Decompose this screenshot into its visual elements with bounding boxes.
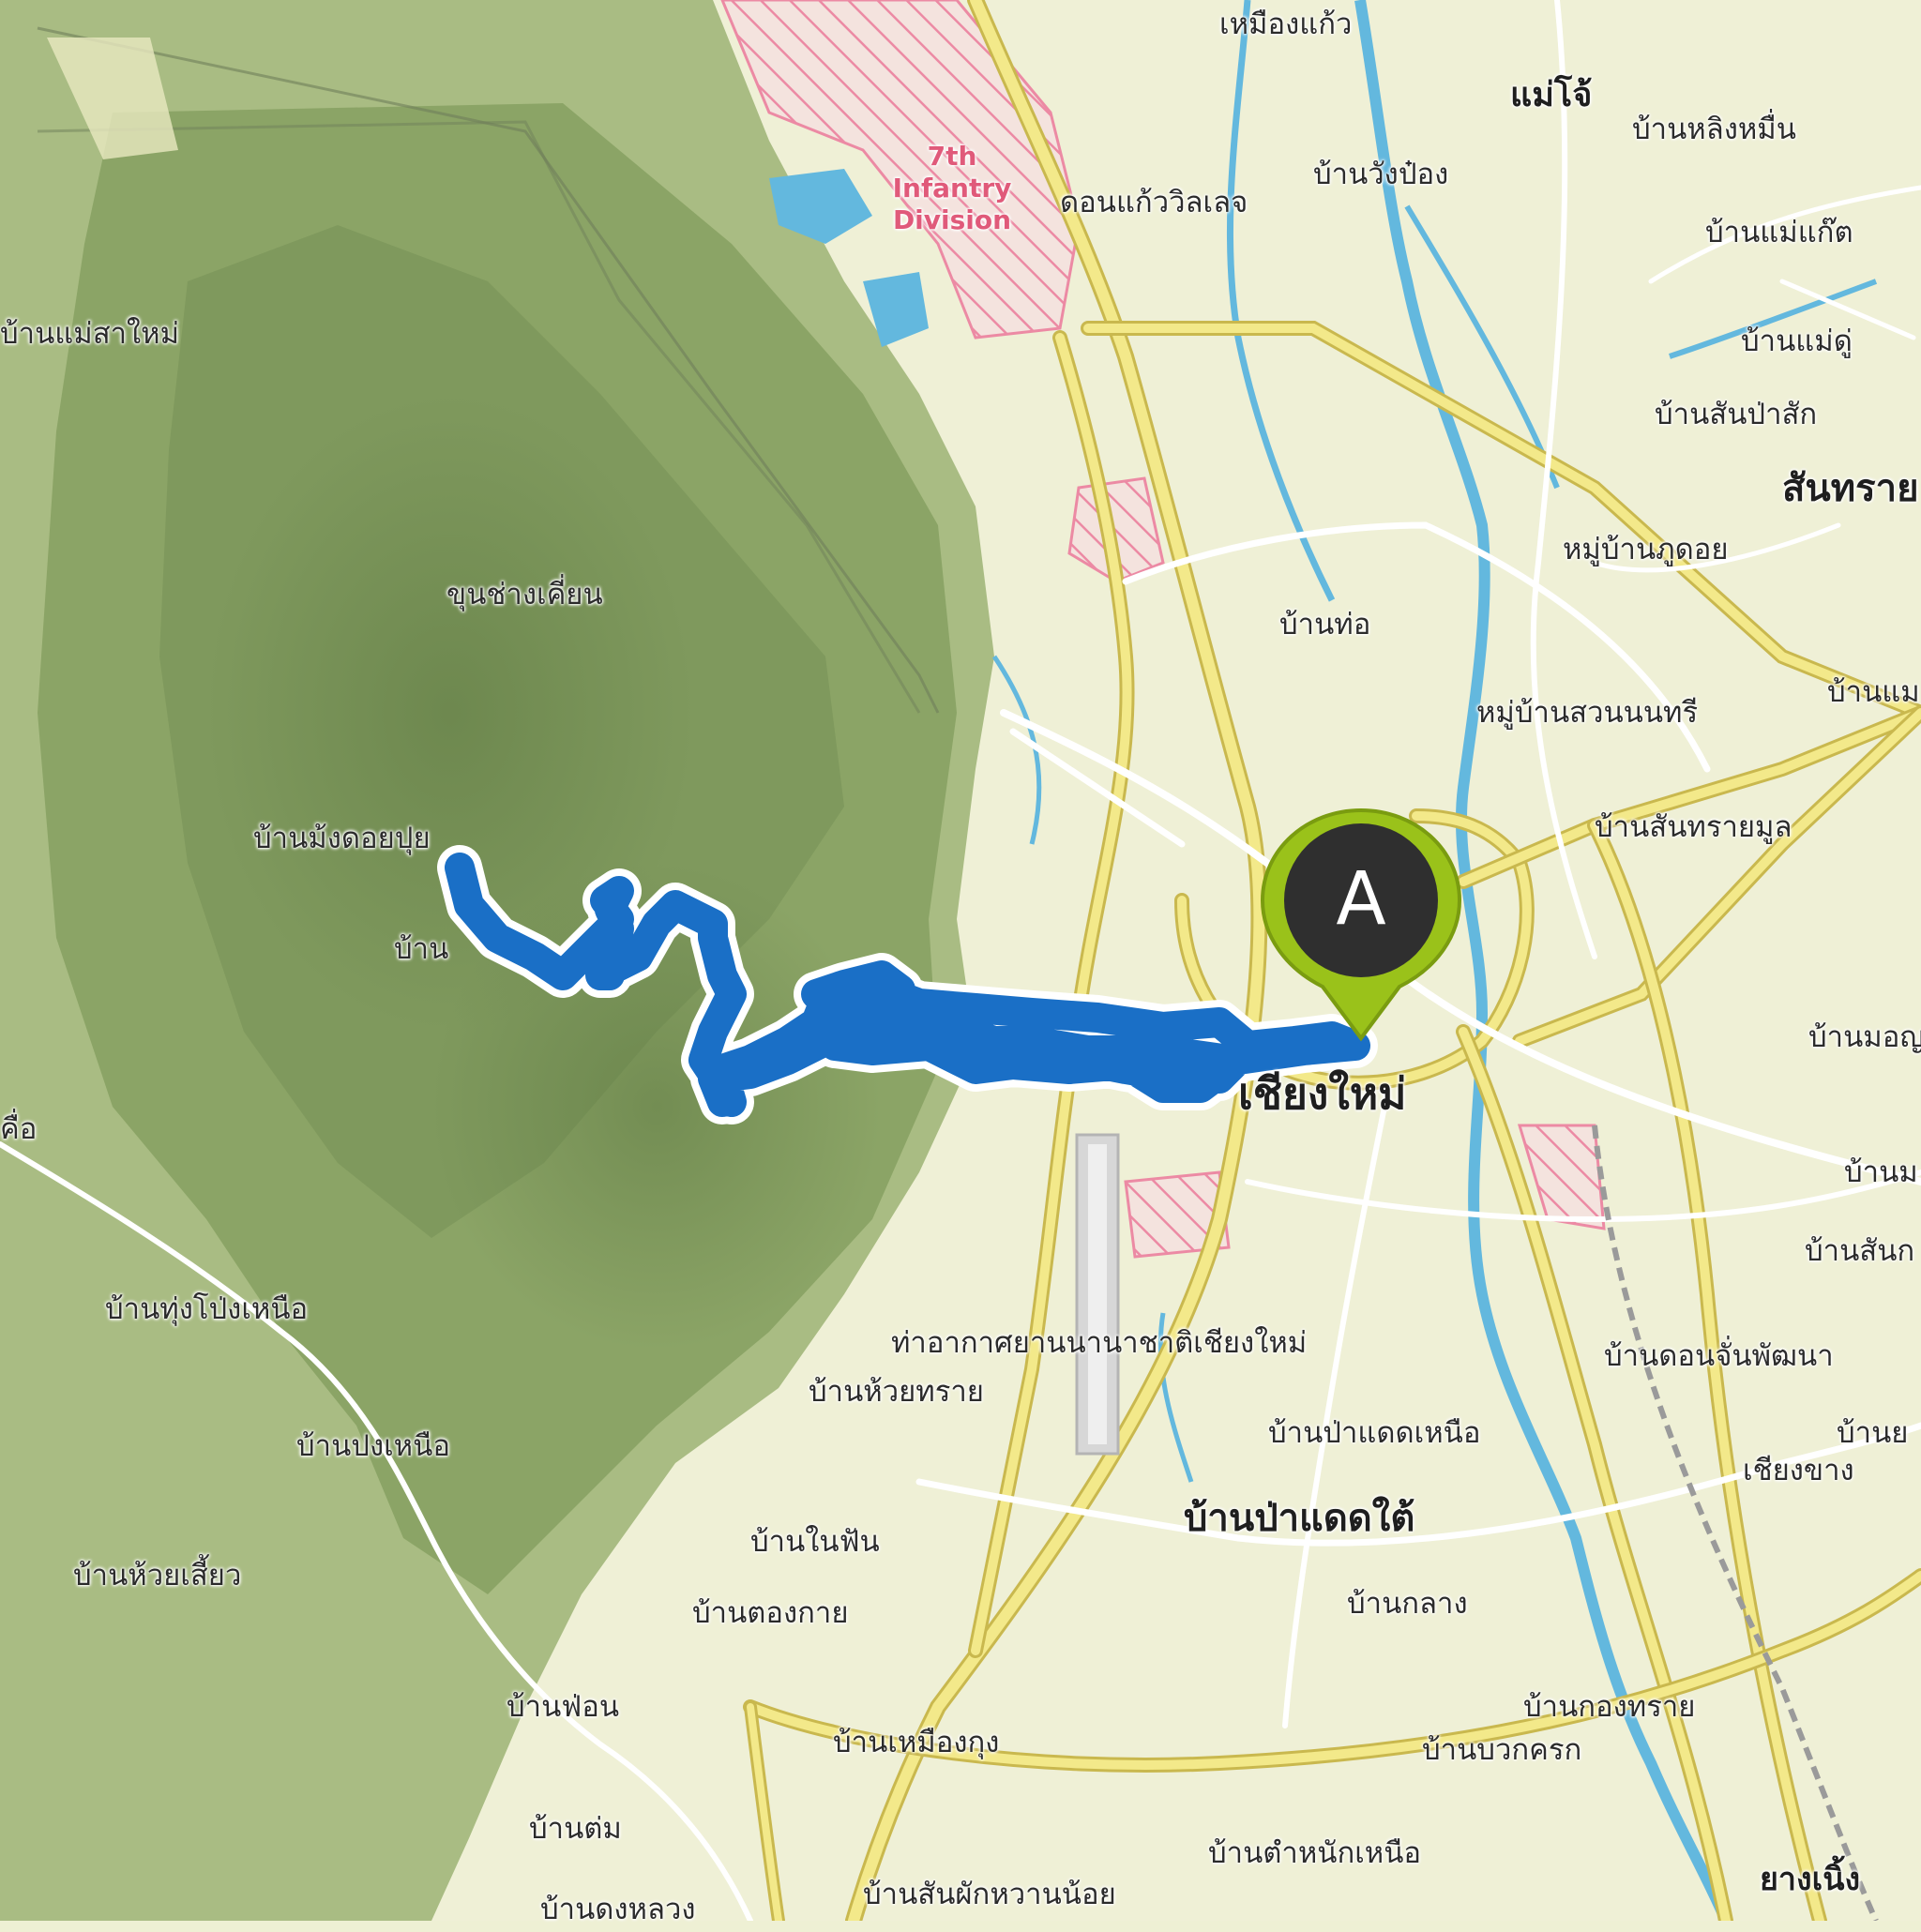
place-label: ดอนแก้ววิลเลจ — [1060, 186, 1248, 219]
start-marker[interactable]: A — [1257, 808, 1465, 1043]
place-label: บ้านแม — [1827, 675, 1920, 709]
place-label: บ้านแม่ดู่ — [1741, 325, 1853, 358]
place-label: เหมืองแก้ว — [1219, 8, 1353, 41]
place-label: บ้านสันทรายมูล — [1595, 810, 1792, 844]
place-label: ขุนช่างเคี่ยน — [446, 578, 603, 611]
place-label: หมู่บ้านสวนนนทรี — [1476, 696, 1699, 730]
place-label: บ้านบวกครก — [1422, 1733, 1582, 1767]
place-label: บ้านท่อ — [1279, 608, 1371, 641]
place-label: บ้านสันผักหวานน้อย — [863, 1878, 1116, 1911]
place-label: บ้านในฟัน — [750, 1525, 880, 1559]
city-label: เชียงใหม่ — [1238, 1068, 1407, 1119]
place-label: บ้านป่าแดดใต้ — [1184, 1497, 1415, 1540]
place-label: บ้านเหมืองกุง — [833, 1726, 1000, 1759]
place-label: บ้านปงเหนือ — [296, 1429, 450, 1463]
place-label: เชียงขาง — [1743, 1454, 1854, 1487]
place-label: บ้านห้วยเสี้ยว — [73, 1559, 242, 1592]
runway-centerline — [1088, 1144, 1107, 1444]
place-label: บ้านตำหนักเหนือ — [1208, 1836, 1422, 1870]
place-label: บ้านดอนจั่นพัฒนา — [1604, 1339, 1834, 1373]
airport-label: ท่าอากาศยานนานาชาติเชียงใหม่ — [891, 1326, 1308, 1360]
place-label: บ้านตองกาย — [692, 1596, 849, 1630]
place-label: บ้านแม่สาใหม่ — [0, 317, 180, 351]
place-label: บ้านวังป๋อง — [1313, 158, 1449, 191]
place-label: แม่โจ้ — [1510, 76, 1593, 114]
place-label: คื่อ — [0, 1112, 38, 1146]
place-label: บ้านห้วยทราย — [809, 1375, 984, 1409]
place-label: บ้านมอญ — [1808, 1020, 1921, 1054]
place-label: บ้าน — [394, 932, 449, 966]
place-label: บ้านสันป่าสัก — [1655, 398, 1818, 431]
place-label: บ้านหลิงหมื่น — [1632, 113, 1796, 146]
place-label: บ้านต่ม — [529, 1812, 622, 1846]
place-label: สันทราย — [1782, 467, 1919, 510]
place-label: บ้านป่าแดดเหนือ — [1268, 1416, 1481, 1450]
place-label: บ้านสันก — [1805, 1234, 1915, 1268]
place-label: หมู่บ้านภูดอย — [1563, 533, 1729, 566]
place-label: บ้านฟ่อน — [507, 1690, 620, 1724]
place-label: บ้านดงหลวง — [540, 1893, 696, 1926]
map-canvas[interactable] — [0, 0, 1921, 1921]
place-label: บ้านม้งดอยปุย — [253, 822, 431, 855]
marker-letter: A — [1336, 857, 1386, 942]
place-label: บ้านทุ่งโป่งเหนือ — [105, 1292, 309, 1326]
place-label: บ้านม — [1844, 1155, 1918, 1189]
place-label: ยางเนิ้ง — [1760, 1861, 1861, 1898]
military-label: 7th Infantry Division — [892, 141, 1012, 235]
place-label: บ้านแม่แก๊ต — [1705, 216, 1853, 249]
place-label: บ้านกองทราย — [1523, 1690, 1696, 1724]
place-label: บ้านกลาง — [1347, 1587, 1468, 1621]
